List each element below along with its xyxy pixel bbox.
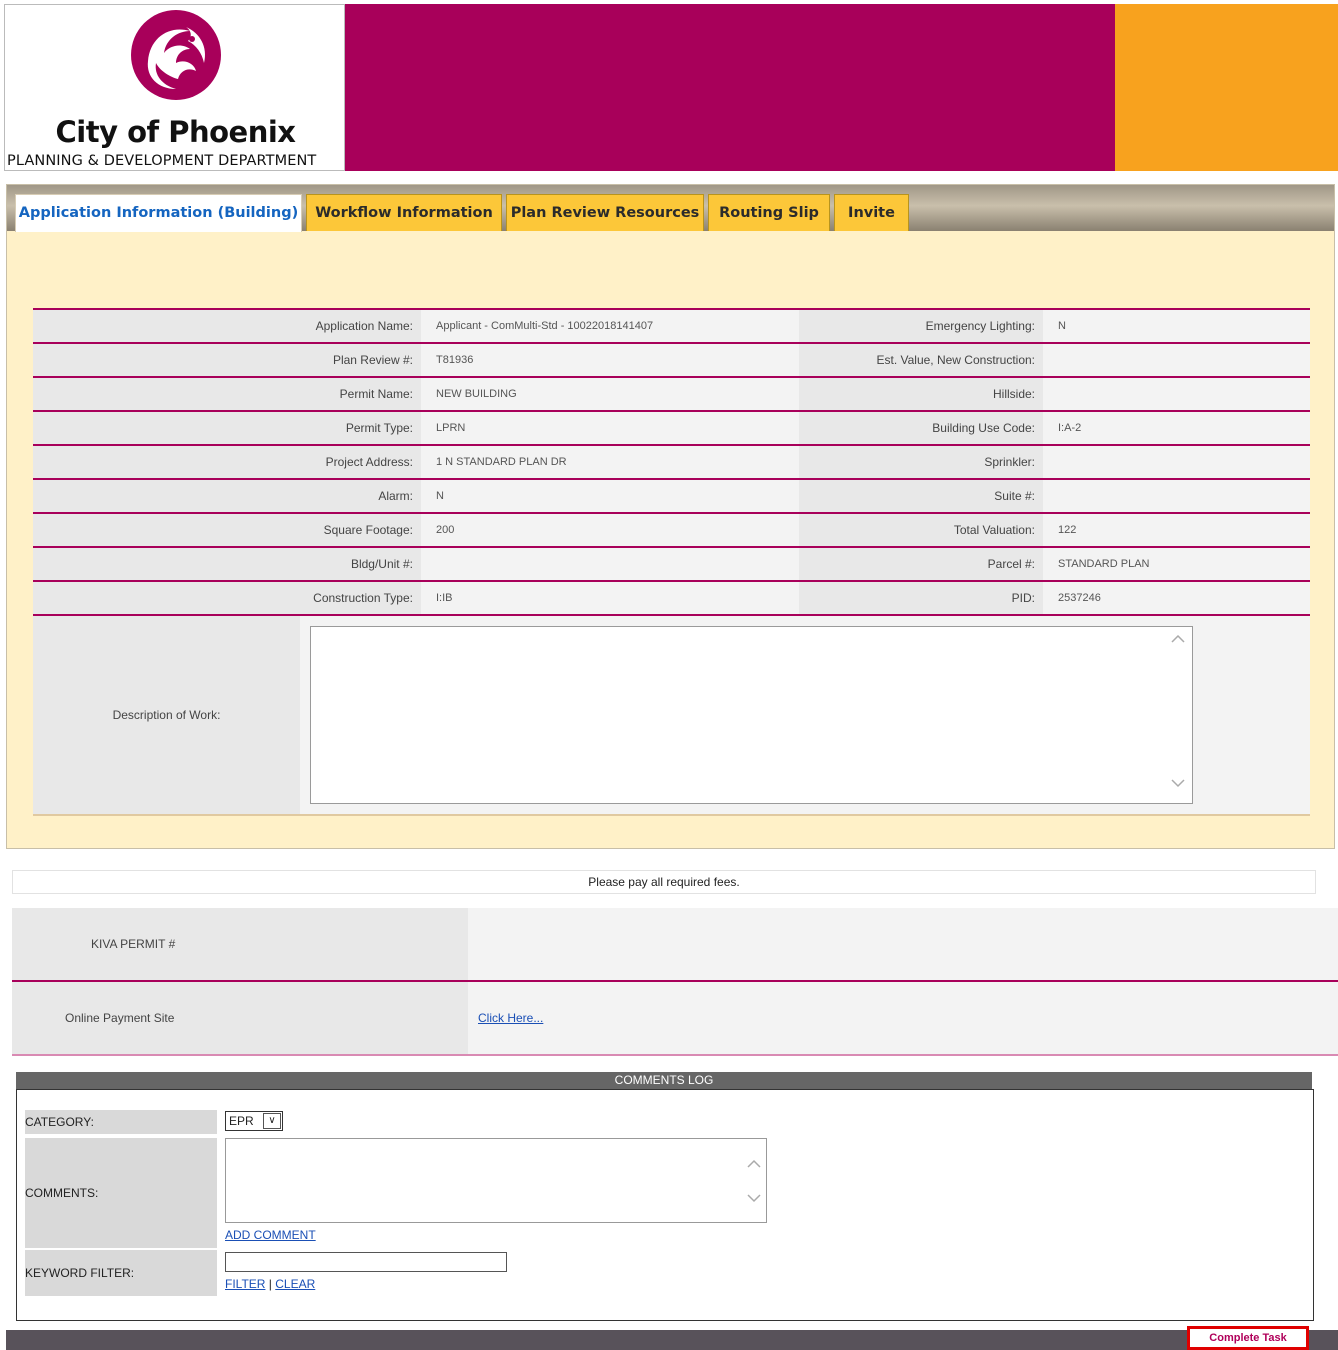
phoenix-logo-icon — [131, 10, 221, 100]
field-value: N — [421, 480, 799, 512]
online-payment-label: Online Payment Site — [12, 982, 468, 1054]
field-label: PID: — [799, 582, 1043, 614]
field-label: Alarm: — [33, 480, 421, 512]
field-value: 122 — [1043, 514, 1310, 546]
category-label: CATEGORY: — [25, 1110, 217, 1134]
online-payment-row: Online Payment Site Click Here... — [12, 982, 1338, 1056]
table-row: Permit Name: NEW BUILDING Hillside: — [33, 376, 1310, 410]
keyword-filter-label: KEYWORD FILTER: — [25, 1250, 217, 1296]
header-banner: City of Phoenix PLANNING & DEVELOPMENT D… — [4, 4, 1338, 171]
filter-actions: FILTER | CLEAR — [225, 1277, 315, 1291]
description-cell — [300, 616, 1310, 814]
scroll-arrows-icon — [1171, 634, 1185, 788]
field-value: 1 N STANDARD PLAN DR — [421, 446, 799, 478]
click-here-link[interactable]: Click Here... — [478, 1011, 543, 1025]
field-label: Application Name: — [33, 310, 421, 342]
tab-application-information[interactable]: Application Information (Building) — [15, 194, 302, 232]
tab-routing-slip[interactable]: Routing Slip — [708, 194, 830, 231]
city-logo: City of Phoenix PLANNING & DEVELOPMENT D… — [4, 4, 345, 171]
application-panel: Application Information (Building) Workf… — [6, 184, 1335, 849]
field-value: N — [1043, 310, 1310, 342]
table-row: Bldg/Unit #: Parcel #: STANDARD PLAN — [33, 546, 1310, 580]
table-row: Square Footage: 200 Total Valuation: 122 — [33, 512, 1310, 546]
header-band-magenta — [345, 4, 1115, 171]
scroll-arrows-icon — [747, 1159, 761, 1203]
field-value: NEW BUILDING — [421, 378, 799, 410]
bottom-action-bar — [6, 1330, 1338, 1350]
field-value — [1043, 480, 1310, 512]
field-value: STANDARD PLAN — [1043, 548, 1310, 580]
field-value — [1043, 446, 1310, 478]
comments-textarea[interactable] — [225, 1138, 767, 1223]
application-info-table: Application Name: Applicant - ComMulti-S… — [33, 308, 1310, 816]
field-label: Sprinkler: — [799, 446, 1043, 478]
tab-workflow-information[interactable]: Workflow Information — [306, 194, 502, 231]
field-value: 200 — [421, 514, 799, 546]
field-value — [1043, 344, 1310, 376]
tab-invite[interactable]: Invite — [834, 194, 909, 231]
field-value — [421, 548, 799, 580]
field-label: Suite #: — [799, 480, 1043, 512]
field-value: 2537246 — [1043, 582, 1310, 614]
tab-plan-review-resources[interactable]: Plan Review Resources — [506, 194, 704, 231]
field-label: Est. Value, New Construction: — [799, 344, 1043, 376]
field-label: Construction Type: — [33, 582, 421, 614]
description-label: Description of Work: — [33, 616, 300, 814]
kiva-permit-value — [468, 908, 1338, 980]
comments-label: COMMENTS: — [25, 1138, 217, 1248]
field-value: I:IB — [421, 582, 799, 614]
table-row: Project Address: 1 N STANDARD PLAN DR Sp… — [33, 444, 1310, 478]
table-row: Plan Review #: T81936 Est. Value, New Co… — [33, 342, 1310, 376]
field-value: Applicant - ComMulti-Std - 1002201814140… — [421, 310, 799, 342]
kiva-permit-label: KIVA PERMIT # — [12, 908, 468, 980]
field-label: Bldg/Unit #: — [33, 548, 421, 580]
field-label: Emergency Lighting: — [799, 310, 1043, 342]
table-row: Construction Type: I:IB PID: 2537246 — [33, 580, 1310, 614]
field-value: T81936 — [421, 344, 799, 376]
description-scrollbar[interactable] — [1166, 628, 1190, 802]
header-band-orange — [1115, 4, 1338, 171]
filter-link[interactable]: FILTER — [225, 1277, 265, 1291]
comments-log-panel: CATEGORY: EPR ∨ COMMENTS: ADD COMMENT KE… — [16, 1089, 1314, 1321]
field-label: Project Address: — [33, 446, 421, 478]
field-label: Permit Name: — [33, 378, 421, 410]
kiva-permit-row: KIVA PERMIT # — [12, 908, 1338, 982]
field-value: LPRN — [421, 412, 799, 444]
complete-task-button[interactable]: Complete Task — [1187, 1326, 1309, 1350]
add-comment-link[interactable]: ADD COMMENT — [225, 1228, 316, 1242]
field-label: Permit Type: — [33, 412, 421, 444]
field-label: Parcel #: — [799, 548, 1043, 580]
fees-notice: Please pay all required fees. — [12, 870, 1316, 894]
table-row: Application Name: Applicant - ComMulti-S… — [33, 308, 1310, 342]
separator: | — [268, 1277, 272, 1291]
table-row: Permit Type: LPRN Building Use Code: I:A… — [33, 410, 1310, 444]
field-label: Plan Review #: — [33, 344, 421, 376]
logo-title: City of Phoenix — [55, 115, 296, 149]
description-textarea[interactable] — [310, 626, 1193, 804]
tab-bar: Application Information (Building) Workf… — [7, 185, 1334, 232]
field-value: I:A-2 — [1043, 412, 1310, 444]
field-label: Square Footage: — [33, 514, 421, 546]
clear-link[interactable]: CLEAR — [275, 1277, 315, 1291]
field-label: Building Use Code: — [799, 412, 1043, 444]
category-selected-value: EPR — [229, 1114, 254, 1128]
online-payment-cell: Click Here... — [468, 982, 1338, 1054]
logo-subtitle: PLANNING & DEVELOPMENT DEPARTMENT — [7, 153, 317, 169]
table-row: Alarm: N Suite #: — [33, 478, 1310, 512]
keyword-filter-input[interactable] — [225, 1252, 507, 1272]
description-row: Description of Work: — [33, 614, 1310, 816]
chevron-down-icon: ∨ — [263, 1113, 281, 1129]
field-label: Hillside: — [799, 378, 1043, 410]
category-select[interactable]: EPR ∨ — [225, 1111, 283, 1131]
comments-log-header: COMMENTS LOG — [16, 1072, 1312, 1089]
field-label: Total Valuation: — [799, 514, 1043, 546]
field-value — [1043, 378, 1310, 410]
